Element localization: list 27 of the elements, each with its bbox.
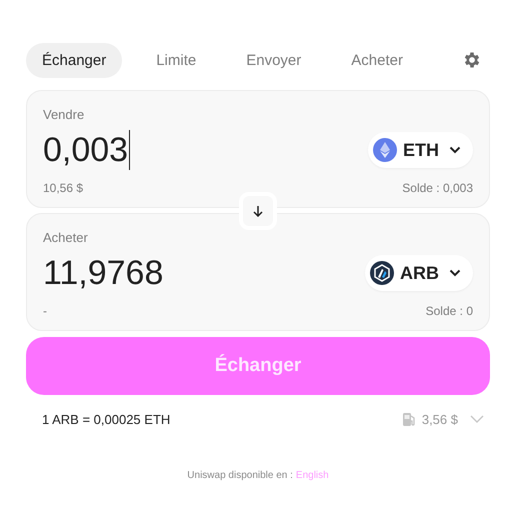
fiat-value: 10,56 $ xyxy=(43,181,84,195)
exchange-rate: 1 ARB = 0,00025 ETH xyxy=(42,412,170,426)
chevron-down-icon xyxy=(449,269,461,277)
balance-text: Solde : 0,003 xyxy=(402,181,473,195)
token-selector[interactable]: ETH xyxy=(368,132,473,168)
tab[interactable]: Échanger xyxy=(26,42,122,78)
chevron-down-icon xyxy=(449,146,461,154)
panel-label: Acheter xyxy=(43,230,89,245)
settings-button[interactable] xyxy=(462,50,482,70)
switch-button[interactable] xyxy=(239,192,277,230)
chevron-down-icon[interactable] xyxy=(470,415,484,423)
ethereum-icon xyxy=(373,138,397,162)
panel-label: Vendre xyxy=(43,107,86,122)
tab[interactable]: Envoyer xyxy=(230,42,318,78)
gas-fee: 3,56 $ xyxy=(422,412,458,426)
settings-icon xyxy=(462,50,482,70)
arbitrum-icon xyxy=(370,261,394,285)
footer-text: Uniswap disponible en : xyxy=(187,470,293,481)
amount-input[interactable]: 0,003 xyxy=(43,130,130,170)
arrow-down-icon xyxy=(252,205,264,217)
tab[interactable]: Limite xyxy=(140,42,212,78)
fuel-pump-icon xyxy=(402,411,416,427)
token-selector[interactable]: ARB xyxy=(365,255,473,291)
amount-input[interactable]: 11,9768 xyxy=(43,253,166,293)
balance-text: Solde : 0 xyxy=(426,304,473,318)
fiat-value: - xyxy=(43,304,47,318)
tab[interactable]: Acheter xyxy=(335,42,419,78)
